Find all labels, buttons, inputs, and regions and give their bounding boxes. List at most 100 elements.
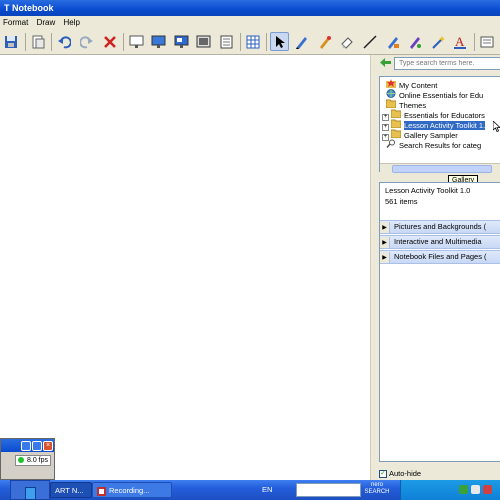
menu-help[interactable]: Help: [60, 18, 82, 27]
toolbar-separator: [239, 32, 241, 51]
undo-icon: [58, 35, 72, 48]
capture-icon: [174, 35, 189, 48]
screen-shade-icon: [129, 35, 144, 48]
select-icon: [275, 35, 285, 48]
menu-bar: Format Draw Help: [0, 16, 500, 29]
capture-area-icon: [196, 35, 211, 47]
document-camera-button[interactable]: [217, 32, 236, 51]
creative-pen-icon: [319, 35, 331, 49]
display-icon: [151, 35, 166, 48]
toolbar-separator: [24, 32, 26, 51]
fps-value: 8.0 fps: [27, 457, 49, 464]
select-button[interactable]: [270, 32, 289, 51]
section-notebook-files[interactable]: ▶ Notebook Files and Pages (: [380, 250, 500, 264]
desktop-search-input[interactable]: [296, 483, 361, 497]
toolbar-separator: [122, 32, 124, 51]
expand-triangle-icon: ▶: [380, 222, 390, 233]
undo-button[interactable]: [55, 32, 74, 51]
expand-triangle-icon: ▶: [380, 237, 390, 248]
text-button[interactable]: A: [451, 32, 470, 51]
properties-button[interactable]: [478, 32, 497, 51]
system-tray: [400, 480, 500, 500]
table-icon: [246, 35, 260, 48]
line-button[interactable]: [361, 32, 380, 51]
taskbar-tile[interactable]: [10, 480, 50, 500]
close-button[interactable]: ×: [43, 440, 53, 451]
tray-network-icon[interactable]: [471, 485, 480, 494]
collection-count: 561 items: [385, 197, 418, 206]
properties-icon: [480, 36, 494, 47]
gallery-content-area: Lesson Activity Toolkit 1.0 561 items ▶ P…: [379, 182, 500, 462]
task-label: ART N...: [55, 486, 84, 495]
capture-area-button[interactable]: [195, 32, 214, 51]
section-pictures-backgrounds[interactable]: ▶ Pictures and Backgrounds (: [380, 220, 500, 234]
eraser-icon: [341, 36, 354, 49]
gallery-search-input[interactable]: [394, 57, 500, 70]
redo-button[interactable]: [78, 32, 97, 51]
toolbar-separator: [51, 32, 53, 51]
fps-indicator: 8.0 fps: [15, 455, 51, 466]
check-icon: ✓: [379, 470, 387, 478]
section-label: Notebook Files and Pages (: [394, 252, 487, 261]
pen-icon: [296, 36, 308, 49]
search-icon: [386, 139, 396, 151]
main-toolbar: A: [0, 29, 500, 55]
expand-triangle-icon: ▶: [380, 252, 390, 263]
tree-horizontal-scrollbar[interactable]: [380, 163, 500, 173]
autohide-checkbox[interactable]: ✓ Auto-hide: [379, 469, 421, 479]
text-icon: A: [454, 35, 467, 49]
shapes-icon: [387, 36, 399, 49]
eraser-button[interactable]: [338, 32, 357, 51]
minimize-button[interactable]: [21, 440, 31, 451]
page-button[interactable]: [29, 32, 48, 51]
collection-title: Lesson Activity Toolkit 1.0: [385, 186, 471, 195]
pen-button[interactable]: [293, 32, 312, 51]
task-recording[interactable]: Recording...: [92, 482, 172, 498]
scrollbar-thumb[interactable]: [392, 165, 492, 173]
line-icon: [363, 34, 377, 49]
app-icon: [25, 487, 36, 500]
window-title-bar[interactable]: T Notebook: [0, 0, 500, 16]
delete-icon: [103, 35, 116, 48]
mouse-cursor-icon: [493, 121, 500, 132]
tray-arrow-icon[interactable]: [459, 485, 468, 494]
fill-button[interactable]: [406, 32, 425, 51]
delete-button[interactable]: [100, 32, 119, 51]
display-button[interactable]: [149, 32, 168, 51]
recorder-title-bar[interactable]: ×: [1, 439, 54, 452]
screen-shade-button[interactable]: [127, 32, 146, 51]
autohide-label: Auto-hide: [389, 469, 422, 478]
section-interactive-multimedia[interactable]: ▶ Interactive and Multimedia: [380, 235, 500, 249]
section-label: Interactive and Multimedia: [394, 237, 482, 246]
magic-pen-button[interactable]: [428, 32, 447, 51]
fill-icon: [410, 36, 422, 49]
save-button[interactable]: [2, 32, 21, 51]
recording-icon: [97, 486, 106, 496]
section-label: Pictures and Backgrounds (: [394, 222, 487, 231]
maximize-button[interactable]: [32, 440, 42, 451]
toolbar-separator: [266, 32, 268, 51]
nero-search-logo[interactable]: nero SEARCH: [362, 482, 392, 498]
notebook-page-canvas[interactable]: [0, 55, 370, 480]
window-title: T Notebook: [4, 3, 54, 13]
menu-draw[interactable]: Draw: [34, 18, 59, 27]
language-indicator[interactable]: EN: [262, 480, 278, 500]
menu-format[interactable]: Format: [0, 18, 31, 27]
gallery-tree: My Content Online Essentials for Edu The…: [379, 76, 500, 172]
tray-security-icon[interactable]: [483, 485, 492, 494]
creative-pen-button[interactable]: [315, 32, 334, 51]
capture-button[interactable]: [172, 32, 191, 51]
shapes-button[interactable]: [383, 32, 402, 51]
taskbar: ART N... Recording... EN nero SEARCH: [0, 480, 500, 500]
task-smart-notebook[interactable]: ART N...: [50, 482, 92, 498]
svg-text:A: A: [455, 35, 465, 49]
redo-icon: [79, 35, 93, 48]
tree-item-search-results[interactable]: Search Results for categ: [386, 139, 481, 150]
back-arrow-icon[interactable]: [380, 58, 391, 67]
save-icon: [5, 35, 18, 48]
toolbar-separator: [473, 32, 475, 51]
magic-pen-icon: [431, 35, 445, 49]
recorder-window[interactable]: × 8.0 fps: [0, 438, 55, 480]
table-button[interactable]: [244, 32, 263, 51]
gallery-panel: My Content Online Essentials for Edu The…: [376, 55, 500, 480]
